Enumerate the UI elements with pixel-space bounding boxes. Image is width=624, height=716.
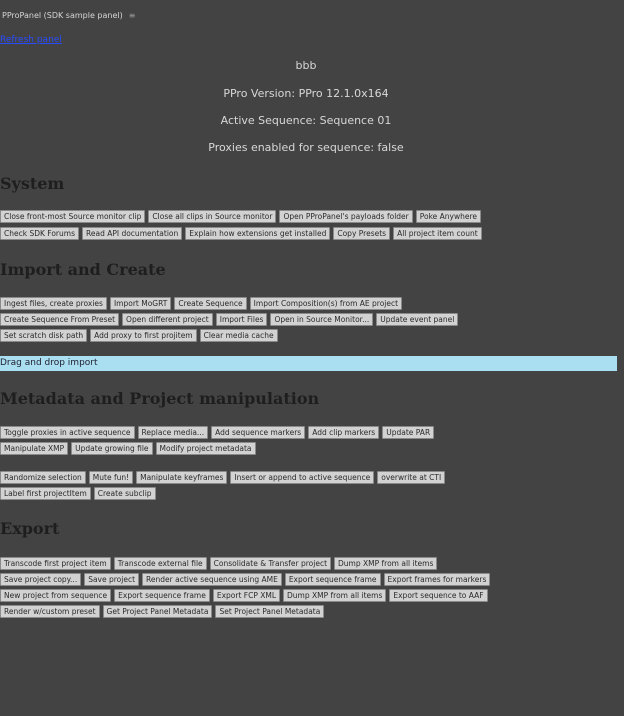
transcode-first-project-item-button[interactable]: Transcode first project item [0, 557, 111, 570]
panel-tab-title: PProPanel (SDK sample panel) [2, 10, 123, 20]
get-project-panel-metadata-button[interactable]: Get Project Panel Metadata [102, 605, 213, 618]
render-active-sequence-using-ame-button[interactable]: Render active sequence using AME [142, 573, 282, 586]
close-all-clips-in-source-monitor-button[interactable]: Close all clips in Source monitor [148, 210, 277, 223]
create-sequence-button[interactable]: Create Sequence [174, 297, 247, 310]
copy-presets-button[interactable]: Copy Presets [333, 227, 391, 240]
add-proxy-to-first-projitem-button[interactable]: Add proxy to first projitem [90, 329, 197, 342]
ppro-version: PPro Version: PPro 12.1.0x164 [223, 87, 389, 100]
open-in-source-monitor-button[interactable]: Open in Source Monitor... [270, 313, 374, 326]
panel-tab[interactable]: PProPanel (SDK sample panel) ≡ [0, 6, 135, 24]
clear-media-cache-button[interactable]: Clear media cache [199, 329, 278, 342]
import-composition-s-from-ae-project-button[interactable]: Import Composition(s) from AE project [249, 297, 403, 310]
update-growing-file-button[interactable]: Update growing file [71, 442, 153, 455]
metadata-row-3: Randomize selection Mute fun! Manipulate k… [0, 471, 446, 484]
save-project-button[interactable]: Save project [84, 573, 140, 586]
open-different-project-button[interactable]: Open different project [122, 313, 213, 326]
transcode-external-file-button[interactable]: Transcode external file [113, 557, 207, 570]
manipulate-keyframes-button[interactable]: Manipulate keyframes [136, 471, 228, 484]
render-w-custom-preset-button[interactable]: Render w/custom preset [0, 605, 100, 618]
refresh-panel-link[interactable]: Refresh panel [0, 35, 62, 45]
create-subclip-button[interactable]: Create subclip [93, 487, 156, 500]
check-sdk-forums-button[interactable]: Check SDK Forums [0, 227, 79, 240]
proxies-enabled: Proxies enabled for sequence: false [208, 141, 404, 154]
metadata-row-2: Manipulate XMP Update growing file Modify … [0, 442, 256, 455]
open-ppropanel-s-payloads-folder-button[interactable]: Open PProPanel's payloads folder [279, 210, 413, 223]
poke-anywhere-button[interactable]: Poke Anywhere [415, 210, 482, 223]
modify-project-metadata-button[interactable]: Modify project metadata [155, 442, 256, 455]
toggle-proxies-in-active-sequence-button[interactable]: Toggle proxies in active sequence [0, 426, 135, 439]
update-par-button[interactable]: Update PAR [382, 426, 435, 439]
active-sequence: Active Sequence: Sequence 01 [220, 114, 392, 127]
system-row-1: Close front-most Source monitor clip Clos… [0, 210, 482, 223]
randomize-selection-button[interactable]: Randomize selection [0, 471, 86, 484]
import-row-2: Create Sequence From Preset Open differen… [0, 313, 459, 326]
export-frames-for-markers-button[interactable]: Export frames for markers [383, 573, 491, 586]
section-title-system: System [0, 174, 65, 193]
update-event-panel-button[interactable]: Update event panel [376, 313, 459, 326]
explain-how-extensions-get-installed-button[interactable]: Explain how extensions get installed [185, 227, 331, 240]
export-row-2: Save project copy... Save project Render a… [0, 573, 491, 586]
dump-xmp-from-all-items-button[interactable]: Dump XMP from all items [283, 589, 387, 602]
all-project-item-count-button[interactable]: All project item count [393, 227, 482, 240]
insert-or-append-to-active-sequence-button[interactable]: Insert or append to active sequence [230, 471, 375, 484]
export-sequence-frame-button[interactable]: Export sequence frame [114, 589, 210, 602]
manipulate-xmp-button[interactable]: Manipulate XMP [0, 442, 69, 455]
system-row-2: Check SDK Forums Read API documentation Ex… [0, 227, 482, 240]
panel-menu-icon[interactable]: ≡ [129, 11, 136, 20]
ingest-files-create-proxies-button[interactable]: Ingest files, create proxies [0, 297, 107, 310]
export-sequence-to-aaf-button[interactable]: Export sequence to AAF [389, 589, 488, 602]
new-project-from-sequence-button[interactable]: New project from sequence [0, 589, 112, 602]
section-title-metadata: Metadata and Project manipulation [0, 389, 320, 408]
export-fcp-xml-button[interactable]: Export FCP XML [212, 589, 281, 602]
section-title-import: Import and Create [0, 260, 166, 279]
export-row-4: Render w/custom preset Get Project Panel … [0, 605, 325, 618]
import-row-3: Set scratch disk path Add proxy to first … [0, 329, 278, 342]
consolidate-transfer-project-button[interactable]: Consolidate & Transfer project [209, 557, 332, 570]
project-name: bbb [295, 59, 317, 72]
import-files-button[interactable]: Import Files [215, 313, 268, 326]
mute-fun-button[interactable]: Mute fun! [88, 471, 134, 484]
add-sequence-markers-button[interactable]: Add sequence markers [211, 426, 306, 439]
set-scratch-disk-path-button[interactable]: Set scratch disk path [0, 329, 88, 342]
drag-drop-import-zone[interactable]: Drag and drop import [0, 356, 617, 371]
add-clip-markers-button[interactable]: Add clip markers [308, 426, 380, 439]
close-front-most-source-monitor-clip-button[interactable]: Close front-most Source monitor clip [0, 210, 146, 223]
metadata-row-1: Toggle proxies in active sequence Replace… [0, 426, 435, 439]
export-sequence-frame-button[interactable]: Export sequence frame [284, 573, 381, 586]
save-project-copy-button[interactable]: Save project copy... [0, 573, 82, 586]
import-row-1: Ingest files, create proxies Import MoGRT… [0, 297, 403, 310]
dump-xmp-from-all-items-button[interactable]: Dump XMP from all items [334, 557, 438, 570]
label-first-projectitem-button[interactable]: Label first projectItem [0, 487, 91, 500]
set-project-panel-metadata-button[interactable]: Set Project Panel Metadata [215, 605, 325, 618]
import-mogrt-button[interactable]: Import MoGRT [109, 297, 172, 310]
metadata-row-4: Label first projectItem Create subclip [0, 487, 156, 500]
overwrite-at-cti-button[interactable]: overwrite at CTI [377, 471, 446, 484]
replace-media-button[interactable]: Replace media... [137, 426, 209, 439]
read-api-documentation-button[interactable]: Read API documentation [81, 227, 183, 240]
export-row-3: New project from sequence Export sequence… [0, 589, 488, 602]
create-sequence-from-preset-button[interactable]: Create Sequence From Preset [0, 313, 120, 326]
export-row-1: Transcode first project item Transcode ex… [0, 557, 438, 570]
section-title-export: Export [0, 519, 60, 538]
